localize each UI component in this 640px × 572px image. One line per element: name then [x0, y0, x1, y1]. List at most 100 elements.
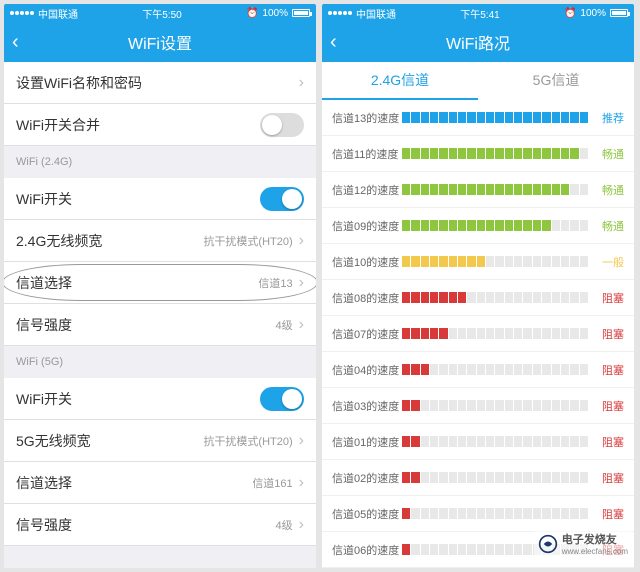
- status-bar: 中国联通 下午5:50 ⏰ 100%: [4, 4, 316, 22]
- back-button[interactable]: ‹: [12, 32, 19, 52]
- channel-row[interactable]: 信道11的速度畅通: [322, 136, 634, 172]
- chevron-right-icon: ›: [299, 432, 304, 450]
- channel-bar: [402, 328, 588, 339]
- channel-row[interactable]: 信道10的速度 一般: [322, 244, 634, 280]
- chevron-right-icon: ›: [299, 274, 304, 292]
- channel-status: 阻塞: [594, 290, 624, 306]
- settings-list: 设置WiFi名称和密码 › WiFi开关合并 WiFi (2.4G) WiFi开…: [4, 62, 316, 568]
- channel-bar: [402, 436, 588, 447]
- tab-24g[interactable]: 2.4G信道: [322, 62, 478, 100]
- row-label: 信道选择: [16, 473, 72, 493]
- channel-tabs: 2.4G信道 5G信道: [322, 62, 634, 100]
- channel-status: 阻塞: [594, 326, 624, 342]
- channel-row[interactable]: 信道08的速度 阻塞: [322, 280, 634, 316]
- row-name-password[interactable]: 设置WiFi名称和密码 ›: [4, 62, 316, 104]
- carrier-label: 中国联通: [356, 6, 396, 21]
- back-button[interactable]: ‹: [330, 32, 337, 52]
- channel-bar: [402, 256, 588, 267]
- channel-label: 信道07的速度: [332, 326, 402, 342]
- channel-status: 推荐: [594, 110, 624, 126]
- channel-bar: [402, 400, 588, 411]
- battery-icon: [610, 9, 628, 17]
- channel-label: 信道11的速度: [332, 146, 402, 162]
- channel-row[interactable]: 信道13的速度推荐: [322, 100, 634, 136]
- channel-row[interactable]: 信道01的速度 阻塞: [322, 424, 634, 460]
- channel-label: 信道04的速度: [332, 362, 402, 378]
- nav-title: WiFi设置: [128, 30, 192, 54]
- channel-status: 阻塞: [594, 362, 624, 378]
- section-5g: WiFi (5G): [4, 346, 316, 378]
- channel-status: 阻塞: [594, 470, 624, 486]
- alarm-icon: ⏰: [564, 8, 576, 19]
- channel-label: 信道08的速度: [332, 290, 402, 306]
- channel-label: 信道01的速度: [332, 434, 402, 450]
- channel-status: 阻塞: [594, 434, 624, 450]
- channel-label: 信道10的速度: [332, 254, 402, 270]
- phone-right: 中国联通 下午5:41 ⏰ 100% ‹ WiFi路况 2.4G信道 5G信道 …: [322, 4, 634, 568]
- row-wifi-switch-24g[interactable]: WiFi开关: [4, 178, 316, 220]
- battery-icon: [292, 9, 310, 17]
- channel-label: 信道12的速度: [332, 182, 402, 198]
- chevron-right-icon: ›: [299, 74, 304, 92]
- toggle-wifi-24g[interactable]: [260, 187, 304, 211]
- signal-dots-icon: [10, 11, 34, 15]
- watermark-url: www.elecfans.com: [562, 547, 628, 556]
- row-channel-24g[interactable]: 信道选择 信道13 ›: [4, 262, 316, 304]
- section-24g: WiFi (2.4G): [4, 146, 316, 178]
- row-label: 2.4G无线频宽: [16, 231, 102, 251]
- channel-label: 信道03的速度: [332, 398, 402, 414]
- row-value: 信道161: [252, 475, 292, 491]
- channel-label: 信道02的速度: [332, 470, 402, 486]
- row-bandwidth-24g[interactable]: 2.4G无线频宽 抗干扰模式(HT20) ›: [4, 220, 316, 262]
- channel-bar: [402, 508, 588, 519]
- nav-bar: ‹ WiFi路况: [322, 22, 634, 62]
- channel-bar: [402, 148, 588, 159]
- row-wifi-switch-5g[interactable]: WiFi开关: [4, 378, 316, 420]
- alarm-icon: ⏰: [246, 8, 258, 19]
- channel-row[interactable]: 信道04的速度 阻塞: [322, 352, 634, 388]
- row-label: 信号强度: [16, 515, 72, 535]
- channel-label: 信道06的速度: [332, 542, 402, 558]
- carrier-label: 中国联通: [38, 6, 78, 21]
- signal-dots-icon: [328, 11, 352, 15]
- tab-5g[interactable]: 5G信道: [478, 62, 634, 100]
- channel-row[interactable]: 信道07的速度 阻塞: [322, 316, 634, 352]
- row-label: 5G无线频宽: [16, 431, 91, 451]
- channel-status: 畅通: [594, 182, 624, 198]
- row-label: 设置WiFi名称和密码: [16, 73, 142, 93]
- channel-bar: [402, 472, 588, 483]
- channel-row[interactable]: 信道02的速度 阻塞: [322, 460, 634, 496]
- row-label: WiFi开关: [16, 389, 72, 409]
- channel-bar: [402, 220, 588, 231]
- channel-bar: [402, 184, 588, 195]
- row-label: WiFi开关合并: [16, 115, 100, 135]
- row-merge-switch[interactable]: WiFi开关合并: [4, 104, 316, 146]
- channel-row[interactable]: 信道03的速度阻塞: [322, 388, 634, 424]
- row-channel-5g[interactable]: 信道选择 信道161 ›: [4, 462, 316, 504]
- row-signal-5g[interactable]: 信号强度 4级 ›: [4, 504, 316, 546]
- chevron-right-icon: ›: [299, 474, 304, 492]
- row-value: 信道13: [258, 275, 292, 291]
- row-bandwidth-5g[interactable]: 5G无线频宽 抗干扰模式(HT20) ›: [4, 420, 316, 462]
- row-label: 信道选择: [16, 273, 72, 293]
- row-value: 抗干扰模式(HT20): [203, 233, 292, 249]
- channel-status: 一般: [594, 254, 624, 270]
- toggle-wifi-5g[interactable]: [260, 387, 304, 411]
- chevron-right-icon: ›: [299, 516, 304, 534]
- channel-label: 信道09的速度: [332, 218, 402, 234]
- battery-pct: 100%: [580, 8, 606, 19]
- logo-icon: [538, 534, 558, 554]
- chevron-right-icon: ›: [299, 232, 304, 250]
- channel-row[interactable]: 信道09的速度畅通: [322, 208, 634, 244]
- row-value: 抗干扰模式(HT20): [203, 433, 292, 449]
- time-label: 下午5:50: [142, 6, 181, 21]
- phone-left: 中国联通 下午5:50 ⏰ 100% ‹ WiFi设置 设置WiFi名称和密码 …: [4, 4, 316, 568]
- channel-bar: [402, 112, 588, 123]
- channel-row[interactable]: 信道05的速度阻塞: [322, 496, 634, 532]
- toggle-merge[interactable]: [260, 113, 304, 137]
- channel-bar: [402, 292, 588, 303]
- channel-row[interactable]: 信道12的速度 畅通: [322, 172, 634, 208]
- row-value: 4级: [276, 517, 293, 533]
- nav-title: WiFi路况: [446, 30, 510, 54]
- row-signal-24g[interactable]: 信号强度 4级›: [4, 304, 316, 346]
